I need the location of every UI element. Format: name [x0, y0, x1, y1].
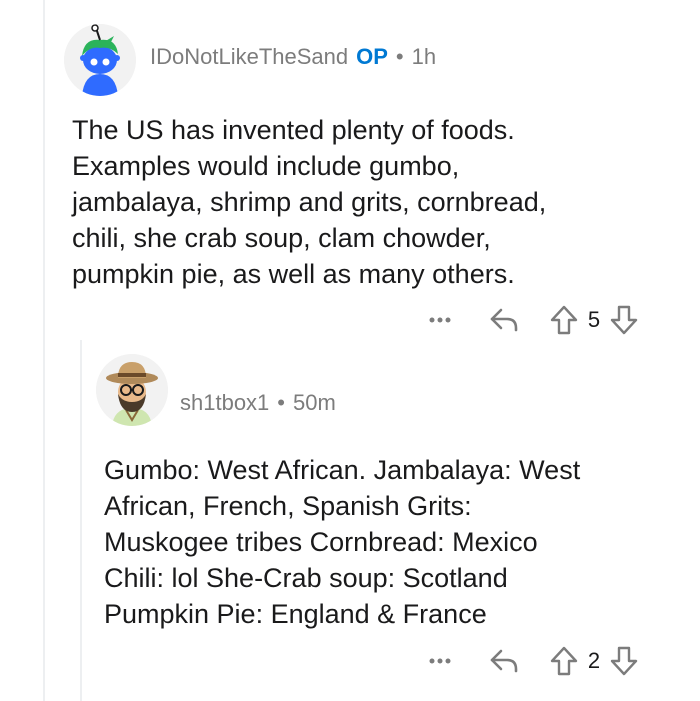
reply-icon	[490, 308, 518, 332]
more-options-button[interactable]	[420, 304, 460, 336]
vote-score: 5	[587, 307, 601, 332]
comment-body-line: Gumbo: West African. Jambalaya: West	[104, 455, 581, 485]
reply-button[interactable]	[486, 302, 522, 338]
op-badge: OP	[356, 44, 388, 69]
timestamp[interactable]: 1h	[412, 44, 436, 70]
separator-dot: •	[277, 390, 285, 415]
username[interactable]: sh1tbox1	[180, 390, 269, 416]
avatar[interactable]	[64, 24, 136, 96]
username[interactable]: IDoNotLikeTheSand	[150, 44, 348, 70]
comment-body-line: jambalaya, shrimp and grits, cornbread,	[72, 187, 547, 217]
downvote-button[interactable]	[606, 643, 642, 679]
reply-icon	[490, 649, 518, 673]
upvote-arrow-icon	[550, 646, 578, 676]
comment-body-line: Muskogee tribes Cornbread: Mexico	[104, 527, 538, 557]
upvote-arrow-icon	[550, 305, 578, 335]
comment: IDoNotLikeTheSand OP • 1h The US has inv…	[0, 0, 700, 340]
more-icon	[429, 317, 451, 323]
vote-score: 2	[587, 648, 601, 673]
comment-body-line: African, French, Spanish Grits:	[104, 491, 472, 521]
downvote-button[interactable]	[606, 302, 642, 338]
avatar[interactable]	[96, 354, 168, 426]
more-options-button[interactable]	[420, 645, 460, 677]
comment-meta: sh1tbox1 • 50m	[180, 390, 336, 416]
comment-body: Gumbo: West African. Jambalaya: West Afr…	[104, 452, 684, 632]
upvote-button[interactable]	[546, 302, 582, 338]
more-icon	[429, 658, 451, 664]
downvote-arrow-icon	[610, 305, 638, 335]
comment-body-line: chili, she crab soup, clam chowder,	[72, 223, 491, 253]
downvote-arrow-icon	[610, 646, 638, 676]
comment-reply: sh1tbox1 • 50m Gumbo: West African. Jamb…	[0, 340, 700, 701]
timestamp[interactable]: 50m	[293, 390, 336, 416]
reply-button[interactable]	[486, 643, 522, 679]
comment-actions: 2	[420, 643, 642, 679]
comment-body-line: pumpkin pie, as well as many others.	[72, 259, 515, 289]
comment-body-line: Chili: lol She-Crab soup: Scotland	[104, 563, 508, 593]
comment-body-line: The US has invented plenty of foods.	[72, 115, 515, 145]
comment-body: The US has invented plenty of foods. Exa…	[72, 112, 672, 292]
comment-body-line: Examples would include gumbo,	[72, 151, 460, 181]
comment-actions: 5	[420, 302, 642, 338]
comment-body-line: Pumpkin Pie: England & France	[104, 599, 487, 629]
separator-dot: •	[395, 44, 404, 69]
upvote-button[interactable]	[546, 643, 582, 679]
comment-meta: IDoNotLikeTheSand OP • 1h	[150, 44, 436, 70]
